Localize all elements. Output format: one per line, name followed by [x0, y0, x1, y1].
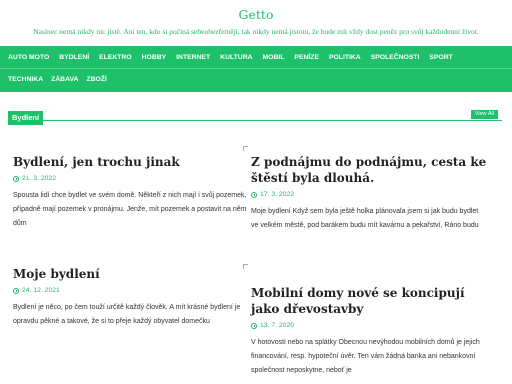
post-date-text[interactable]: 13. 7. 2020 [260, 322, 294, 329]
clock-icon [251, 191, 257, 198]
post-title[interactable]: Bydlení, jen trochu jinak [13, 154, 249, 170]
post-date: 17. 3. 2022 [251, 191, 487, 198]
post-excerpt: Bydlení je něco, po čem touží určitě kaž… [13, 304, 241, 325]
nav-item-technika[interactable]: TECHNIKA [4, 76, 47, 83]
main-navigation: AUTO MOTO BYDLENÍ ELEKTRO HOBBY INTERNET… [0, 46, 512, 92]
post-date-text[interactable]: 24. 12. 2021 [22, 287, 60, 294]
site-header: Getto Nasinec nemá nikdy nic jisté. Ani … [0, 0, 512, 44]
nav-item-kultura[interactable]: KULTURA [216, 54, 256, 61]
nav-item-elektro[interactable]: ELEKTRO [95, 54, 135, 61]
post-date-text[interactable]: 21. 3. 2022 [22, 175, 56, 182]
nav-divider [0, 68, 512, 69]
post-date-text[interactable]: 17. 3. 2022 [260, 191, 294, 198]
nav-item-sport[interactable]: SPORT [425, 54, 456, 61]
nav-item-bydleni[interactable]: BYDLENÍ [55, 54, 93, 61]
site-title[interactable]: Getto [0, 0, 512, 22]
section-title: Bydlení [8, 111, 44, 125]
post-title[interactable]: Z podnájmu do podnájmu, cesta ke štěstí … [251, 154, 487, 186]
post-title[interactable]: Moje bydlení [13, 266, 249, 282]
post-card: Bydlení, jen trochu jinak 21. 3. 2022 Sp… [13, 154, 249, 231]
nav-item-hobby[interactable]: HOBBY [138, 54, 171, 61]
nav-item-auto-moto[interactable]: AUTO MOTO [4, 54, 53, 61]
section-header: Bydlení View All [8, 107, 502, 125]
nav-row-1: AUTO MOTO BYDLENÍ ELEKTRO HOBBY INTERNET… [4, 46, 512, 68]
post-date: 21. 3. 2022 [13, 175, 249, 182]
clock-icon [13, 175, 19, 182]
post-title[interactable]: Mobilní domy nové se koncipují jako dřev… [251, 285, 487, 317]
nav-item-penize[interactable]: PENÍZE [290, 54, 323, 61]
clock-icon [251, 322, 257, 329]
view-all-button[interactable]: View All [470, 110, 498, 119]
corner-mark [243, 146, 248, 151]
post-excerpt: Moje bydlení Když sem byla ještě holka p… [251, 208, 479, 229]
post-card: Moje bydlení 24. 12. 2021 Bydlení je něc… [13, 266, 249, 329]
nav-item-zabava[interactable]: ZÁBAVA [47, 76, 82, 83]
site-description: Nasinec nemá nikdy nic jisté. Ani ten, k… [33, 27, 479, 36]
post-card: Mobilní domy nové se koncipují jako dřev… [251, 285, 487, 378]
nav-item-spolecnosti[interactable]: SPOLEČNOSTI [367, 54, 424, 61]
nav-item-internet[interactable]: INTERNET [172, 54, 214, 61]
corner-mark [243, 264, 248, 269]
post-date: 13. 7. 2020 [251, 322, 487, 329]
nav-item-mobil[interactable]: MOBIL [259, 54, 289, 61]
post-date: 24. 12. 2021 [13, 287, 249, 294]
clock-icon [13, 287, 19, 294]
nav-item-zbozi[interactable]: ZBOŽÍ [82, 76, 110, 83]
nav-row-2: TECHNIKA ZÁBAVA ZBOŽÍ [4, 68, 512, 90]
post-excerpt: V hotovosti nebo na splátky Obecnou nevý… [251, 339, 480, 374]
post-excerpt: Spousta lidí chce bydlet ve svém domě. N… [13, 192, 247, 227]
post-card: Z podnájmu do podnájmu, cesta ke štěstí … [251, 154, 487, 233]
nav-item-politika[interactable]: POLITIKA [325, 54, 365, 61]
